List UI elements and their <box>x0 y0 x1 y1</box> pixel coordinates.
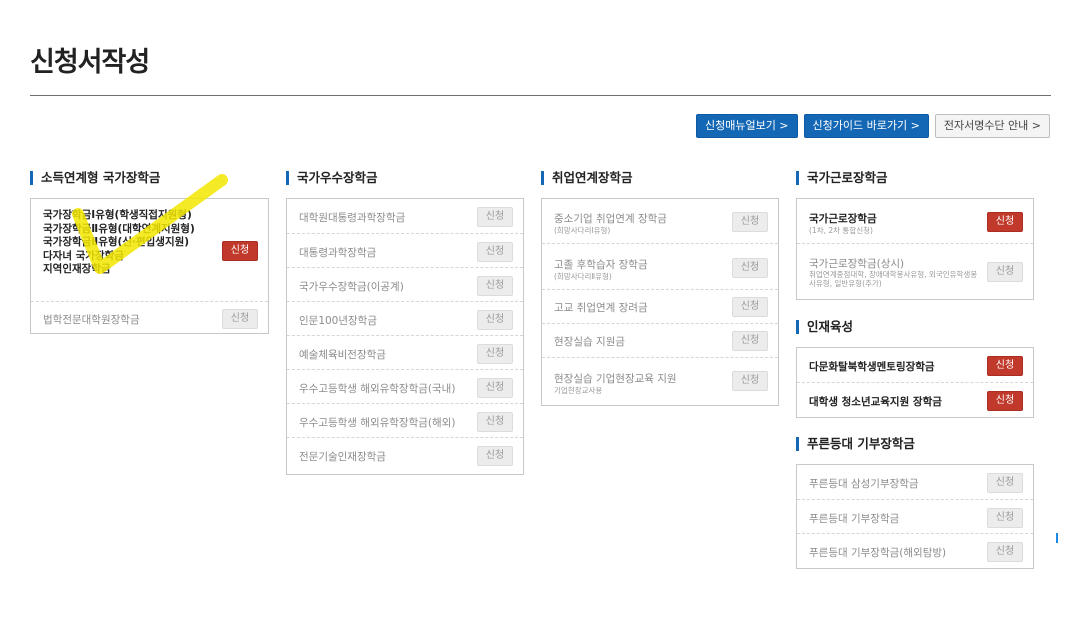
list-item-sublabel: 기업현장교사용 <box>554 386 603 395</box>
apply-button[interactable]: 신청 <box>477 242 513 262</box>
apply-button[interactable]: 신청 <box>477 378 513 398</box>
section-title-talent: 인재육성 <box>796 320 853 334</box>
checkmark-highlight-icon <box>72 174 228 274</box>
list-item-label: 국가우수장학금(이공계) <box>299 281 404 293</box>
apply-button[interactable]: 신청 <box>987 356 1023 376</box>
title-divider <box>30 95 1051 96</box>
section-title-excellence: 국가우수장학금 <box>286 171 378 185</box>
apply-button[interactable]: 신청 <box>987 542 1023 562</box>
section-title-work-study: 국가근로장학금 <box>796 171 888 185</box>
apply-button[interactable]: 신청 <box>732 331 768 351</box>
list-item-label: 현장실습 기업현장교육 지원 <box>554 373 677 385</box>
list-item-sublabel: (1차, 2차 통합신청) <box>809 226 873 235</box>
apply-button[interactable]: 신청 <box>987 212 1023 232</box>
apply-button[interactable]: 신청 <box>477 344 513 364</box>
apply-button[interactable]: 신청 <box>732 371 768 391</box>
apply-button[interactable]: 신청 <box>987 262 1023 282</box>
list-item-label: 우수고등학생 해외유학장학금(해외) <box>299 417 456 429</box>
list-item-label: 고교 취업연계 장려금 <box>554 302 648 314</box>
list-item-label: 법학전문대학원장학금 <box>43 314 140 326</box>
list-item: 푸른등대 기부장학금 신청 <box>797 499 1033 533</box>
list-item: 고교 취업연계 장려금 신청 <box>542 289 778 323</box>
list-item: 푸른등대 삼성기부장학금 신청 <box>797 465 1033 499</box>
list-item: 다문화탈북학생멘토링장학금 신청 <box>797 348 1033 382</box>
e-signature-guide-button[interactable]: 전자서명수단 안내 > <box>934 114 1050 138</box>
list-item-label: 인문100년장학금 <box>299 315 378 327</box>
list-item-sublabel: (희망사다리Ⅰ유형) <box>554 226 611 235</box>
guide-button[interactable]: 신청가이드 바로가기 > <box>803 114 929 138</box>
list-item: 고졸 후학습자 장학금 (희망사다리Ⅱ유형) 신청 <box>542 243 778 289</box>
apply-button[interactable]: 신청 <box>732 258 768 278</box>
section-title-employment: 취업연계장학금 <box>541 171 633 185</box>
list-item-label: 푸른등대 삼성기부장학금 <box>809 478 919 490</box>
list-item: 국가근로장학금 (1차, 2차 통합신청) 신청 <box>797 199 1033 243</box>
list-item-label: 대통령과학장학금 <box>299 247 377 259</box>
list-item-label: 국가근로장학금 <box>809 213 877 225</box>
apply-button[interactable]: 신청 <box>222 309 258 329</box>
list-item-label: 대학생 청소년교육지원 장학금 <box>809 396 942 408</box>
list-item-label: 우수고등학생 해외유학장학금(국내) <box>299 383 456 395</box>
list-item-label: 푸른등대 기부장학금 <box>809 513 900 525</box>
list-item: 우수고등학생 해외유학장학금(해외) 신청 <box>287 403 523 437</box>
apply-button[interactable]: 신청 <box>987 473 1023 493</box>
talent-box: 다문화탈북학생멘토링장학금 신청 대학생 청소년교육지원 장학금 신청 <box>796 347 1034 418</box>
list-item-label: 푸른등대 기부장학금(해외탐방) <box>809 547 947 559</box>
apply-button[interactable]: 신청 <box>477 276 513 296</box>
list-item: 현장실습 기업현장교육 지원 기업현장교사용 신청 <box>542 357 778 403</box>
list-item-sublabel: (희망사다리Ⅱ유형) <box>554 272 612 281</box>
list-item: 대학원대통령과학장학금 신청 <box>287 199 523 233</box>
excellence-box: 대학원대통령과학장학금 신청 대통령과학장학금 신청 국가우수장학금(이공계) 신청 … <box>286 198 524 475</box>
apply-button[interactable]: 신청 <box>477 310 513 330</box>
employment-box: 중소기업 취업연계 장학금 (희망사다리Ⅰ유형) 신청 고졸 후학습자 장학금 … <box>541 198 779 406</box>
list-item-label: 국가근로장학금(상시) <box>809 258 905 270</box>
blue-lighthouse-box: 푸른등대 삼성기부장학금 신청 푸른등대 기부장학금 신청 푸른등대 기부장학금(해… <box>796 464 1034 569</box>
apply-button[interactable]: 신청 <box>987 508 1023 528</box>
list-item: 인문100년장학금 신청 <box>287 301 523 335</box>
list-item: 중소기업 취업연계 장학금 (희망사다리Ⅰ유형) 신청 <box>542 199 778 243</box>
section-title-blue-lighthouse: 푸른등대 기부장학금 <box>796 437 915 451</box>
list-item: 푸른등대 기부장학금(해외탐방) 신청 <box>797 533 1033 568</box>
scroll-edge-indicator <box>1056 533 1058 543</box>
apply-button[interactable]: 신청 <box>477 446 513 466</box>
list-item: 국가근로장학금(상시) 취업연계중점대학, 장애대학봉사유형, 외국인유학생봉사… <box>797 243 1033 299</box>
list-item-label: 다문화탈북학생멘토링장학금 <box>809 361 935 373</box>
list-item-label: 예술체육비전장학금 <box>299 349 386 361</box>
manual-button[interactable]: 신청매뉴얼보기 > <box>695 114 798 138</box>
apply-button[interactable]: 신청 <box>732 212 768 232</box>
list-item: 현장실습 지원금 신청 <box>542 323 778 357</box>
apply-button[interactable]: 신청 <box>987 391 1023 411</box>
apply-button[interactable]: 신청 <box>732 297 768 317</box>
list-item-label: 현장실습 지원금 <box>554 336 625 348</box>
list-item: 대통령과학장학금 신청 <box>287 233 523 267</box>
list-item-label: 전문기술인재장학금 <box>299 451 386 463</box>
list-item-label: 대학원대통령과학장학금 <box>299 212 406 224</box>
list-item: 예술체육비전장학금 신청 <box>287 335 523 369</box>
apply-button[interactable]: 신청 <box>477 207 513 227</box>
list-item-label: 중소기업 취업연계 장학금 <box>554 213 667 225</box>
list-item-label: 고졸 후학습자 장학금 <box>554 259 648 271</box>
apply-button[interactable]: 신청 <box>477 412 513 432</box>
page-title: 신청서작성 <box>30 47 150 78</box>
list-item: 우수고등학생 해외유학장학금(국내) 신청 <box>287 369 523 403</box>
list-item: 국가우수장학금(이공계) 신청 <box>287 267 523 301</box>
work-study-box: 국가근로장학금 (1차, 2차 통합신청) 신청 국가근로장학금(상시) 취업연… <box>796 198 1034 300</box>
top-button-group: 신청매뉴얼보기 > 신청가이드 바로가기 > 전자서명수단 안내 > <box>695 114 1050 138</box>
list-item: 대학생 청소년교육지원 장학금 신청 <box>797 382 1033 417</box>
list-item-sublabel: 취업연계중점대학, 장애대학봉사유형, 외국인유학생봉사유형, 일반유형(추가) <box>809 270 978 288</box>
list-item: 전문기술인재장학금 신청 <box>287 437 523 472</box>
list-item: 법학전문대학원장학금 신청 <box>31 301 268 333</box>
